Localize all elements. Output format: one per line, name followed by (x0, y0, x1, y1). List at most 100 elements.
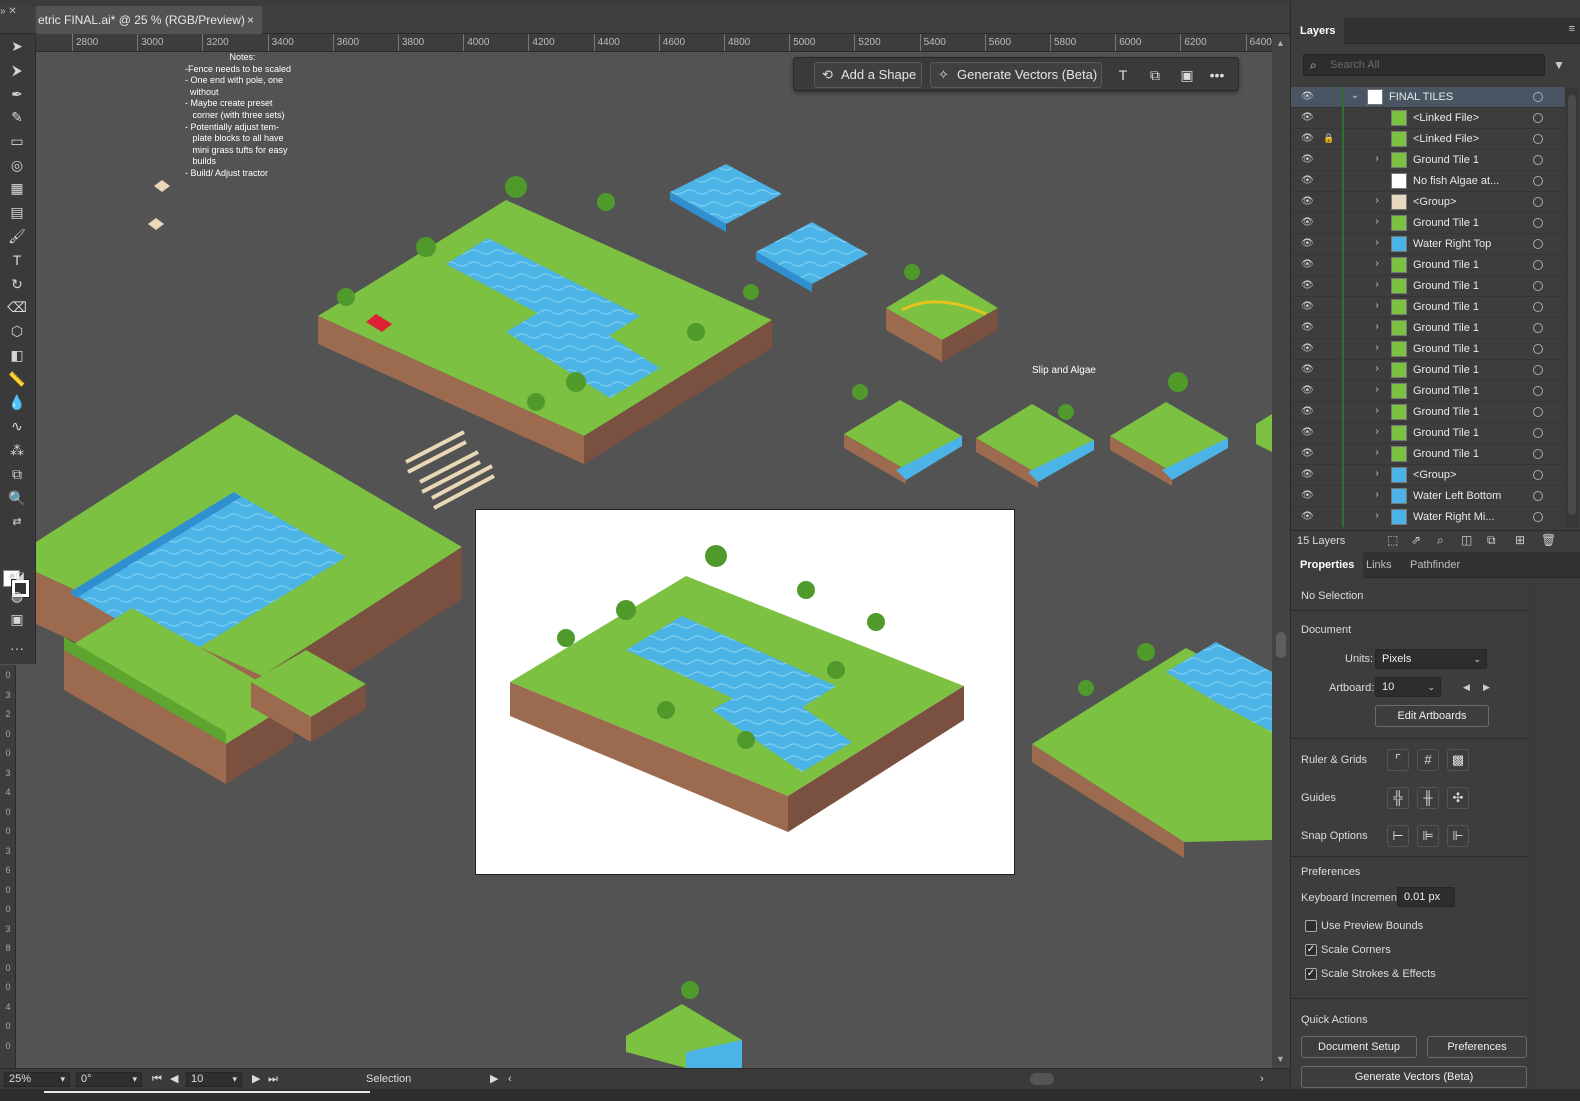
paintbrush-tool-icon[interactable]: 🖌 (6, 226, 28, 246)
layer-row[interactable]: 👁 › Ground Tile 1 (1291, 360, 1565, 381)
locate-object-icon[interactable]: ⌕ (1437, 533, 1444, 548)
layer-row[interactable]: 👁 › Ground Tile 1 (1291, 423, 1565, 444)
scroll-up-icon[interactable]: ▲ (1276, 38, 1285, 48)
layer-row[interactable]: 👁 › Ground Tile 1 (1291, 150, 1565, 171)
image-icon[interactable]: ▣ (1176, 64, 1198, 86)
artboard-icon[interactable]: ⧉ (1144, 64, 1166, 86)
chevron-icon[interactable]: ⌄ (1349, 90, 1361, 101)
draw-mode-icon[interactable]: ◍ (6, 586, 28, 606)
layer-list-scroll-thumb[interactable] (1568, 95, 1576, 515)
rotation-field[interactable]: 0° ▾ (76, 1072, 142, 1087)
symbol-sprayer-tool-icon[interactable]: ⁂ (6, 440, 28, 460)
direct-selection-tool-icon[interactable]: ⮞ (6, 60, 28, 80)
clipping-mask-icon[interactable]: ◫ (1461, 533, 1472, 547)
chevron-icon[interactable]: › (1371, 363, 1383, 374)
next-artboard-icon[interactable]: ▶ (1483, 682, 1490, 693)
target-circle-icon[interactable] (1533, 176, 1543, 186)
next-artboard-icon[interactable]: ▶ (252, 1072, 260, 1087)
previous-artboard-icon[interactable]: ◀ (1463, 682, 1470, 693)
curvature-tool-icon[interactable]: ✎ (6, 107, 28, 127)
use-preview-bounds-checkbox[interactable] (1305, 920, 1317, 932)
swap-fill-stroke-icon[interactable]: ⇄ (6, 512, 28, 532)
bottom-tree-tile[interactable] (626, 981, 742, 1068)
eye-icon[interactable]: 👁 (1301, 427, 1314, 439)
type-tool-icon[interactable]: T (6, 250, 28, 270)
eye-icon[interactable]: 👁 (1301, 238, 1314, 250)
tab-properties[interactable]: Properties (1291, 552, 1364, 578)
export-icon[interactable]: ⇗ (1411, 533, 1421, 547)
eye-icon[interactable]: 👁 (1301, 196, 1314, 208)
zoom-tool-icon[interactable]: 🔍 (6, 488, 28, 508)
grid-tool-icon[interactable]: ▦ (6, 178, 28, 198)
status-menu-icon[interactable]: ▶ (490, 1072, 498, 1087)
horizontal-scroll-thumb[interactable] (1030, 1073, 1054, 1085)
scale-corners-checkbox[interactable]: ✓ (1305, 944, 1317, 956)
target-circle-icon[interactable] (1533, 281, 1543, 291)
first-artboard-icon[interactable]: ⏮ (152, 1072, 162, 1087)
chevron-icon[interactable]: › (1371, 447, 1383, 458)
edit-toolbar-icon[interactable]: ··· (6, 638, 28, 658)
blend-tool-icon[interactable]: ∿ (6, 416, 28, 436)
color-mode-icon[interactable]: ■◪ (6, 567, 28, 587)
active-artboard[interactable] (475, 509, 1015, 875)
scroll-right-icon[interactable]: › (1260, 1072, 1264, 1087)
document-setup-button[interactable]: Document Setup (1301, 1036, 1417, 1058)
zoom-field[interactable]: 25% ▾ (4, 1072, 70, 1087)
artboard-nav-field[interactable]: 10 ▾ (186, 1072, 242, 1087)
layer-row[interactable]: 👁 › Ground Tile 1 (1291, 402, 1565, 423)
slip-algae-tile-3[interactable] (1110, 372, 1228, 486)
slip-algae-tile-2[interactable] (976, 404, 1094, 488)
layer-row[interactable]: 👁 › <Group> (1291, 192, 1565, 213)
scroll-thumb[interactable] (1276, 632, 1286, 658)
last-artboard-icon[interactable]: ⏭ (268, 1072, 278, 1087)
chevron-icon[interactable]: › (1371, 195, 1383, 206)
chevron-icon[interactable]: › (1371, 489, 1383, 500)
layers-search-input[interactable]: ⌕ Search All (1303, 54, 1545, 76)
fence-tiles-small[interactable] (148, 180, 170, 230)
slip-algae-tile-4[interactable] (1256, 414, 1272, 452)
water-tile-a[interactable] (670, 164, 782, 232)
smart-guides-icon[interactable]: ✣ (1447, 787, 1469, 809)
eye-icon[interactable]: 👁 (1301, 385, 1314, 397)
panel-menu-icon[interactable]: ≡ (1569, 23, 1575, 35)
chevron-icon[interactable]: › (1371, 153, 1383, 164)
add-shape-button[interactable]: ⟲ Add a Shape (814, 62, 922, 88)
lock-icon[interactable]: 🔒 (1323, 133, 1335, 144)
target-circle-icon[interactable] (1533, 449, 1543, 459)
chevron-icon[interactable]: › (1371, 279, 1383, 290)
snap-to-pixel-icon[interactable]: ⊫ (1417, 825, 1439, 847)
target-circle-icon[interactable] (1533, 92, 1543, 102)
spiral-tool-icon[interactable]: ◎ (6, 155, 28, 175)
canvas-vertical-scrollbar[interactable]: ▲ ▼ (1272, 34, 1290, 1068)
keyboard-increment-input[interactable]: 0.01 px (1397, 887, 1455, 907)
layer-row[interactable]: 👁 ⌄ FINAL TILES (1291, 87, 1565, 108)
layer-row[interactable]: 👁 › Water Right Top (1291, 234, 1565, 255)
layer-row[interactable]: 👁 › Ground Tile 1 (1291, 318, 1565, 339)
collect-export-icon[interactable]: ⬚ (1387, 533, 1398, 547)
target-circle-icon[interactable] (1533, 113, 1543, 123)
layer-row[interactable]: 👁 › Ground Tile 1 (1291, 381, 1565, 402)
eye-icon[interactable]: 👁 (1301, 175, 1314, 187)
eye-icon[interactable]: 👁 (1301, 364, 1314, 376)
target-circle-icon[interactable] (1533, 491, 1543, 501)
chart-tool-icon[interactable]: ▤ (6, 202, 28, 222)
units-select[interactable]: Pixels ⌄ (1375, 649, 1487, 669)
chevron-icon[interactable]: › (1371, 300, 1383, 311)
screen-mode-icon[interactable]: ▣ (6, 609, 28, 629)
chevron-icon[interactable]: › (1371, 510, 1383, 521)
selection-tool-icon[interactable]: ➤ (6, 36, 28, 56)
target-circle-icon[interactable] (1533, 344, 1543, 354)
target-circle-icon[interactable] (1533, 407, 1543, 417)
layer-row[interactable]: 👁 › Ground Tile 1 (1291, 339, 1565, 360)
water-tile-b[interactable] (756, 222, 868, 292)
scroll-left-icon[interactable]: ‹ (508, 1072, 512, 1087)
layer-row[interactable]: 👁 › Water Left Bottom (1291, 486, 1565, 507)
chevron-icon[interactable]: › (1371, 405, 1383, 416)
rotate-tool-icon[interactable]: ↻ (6, 274, 28, 294)
eye-icon[interactable]: 👁 (1301, 280, 1314, 292)
layer-row[interactable]: 👁 No fish Algae at... (1291, 171, 1565, 192)
eye-icon[interactable]: 👁 (1301, 301, 1314, 313)
grid-icon[interactable]: # (1417, 749, 1439, 771)
pool-tile-group[interactable] (36, 414, 462, 784)
eye-icon[interactable]: 👁 (1301, 448, 1314, 460)
